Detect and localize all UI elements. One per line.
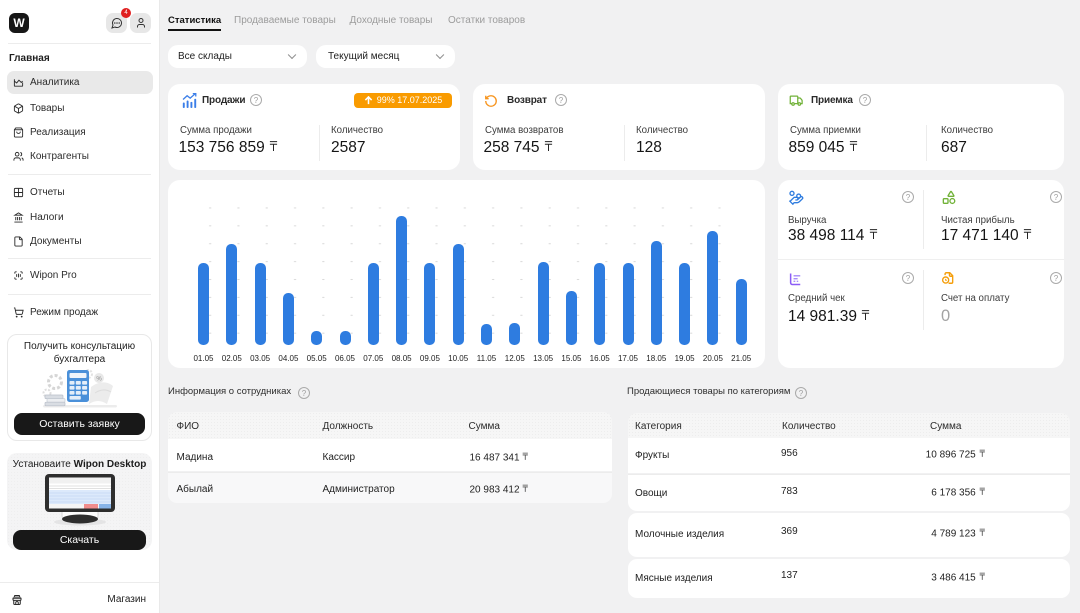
svg-text:%: % [96,377,102,383]
